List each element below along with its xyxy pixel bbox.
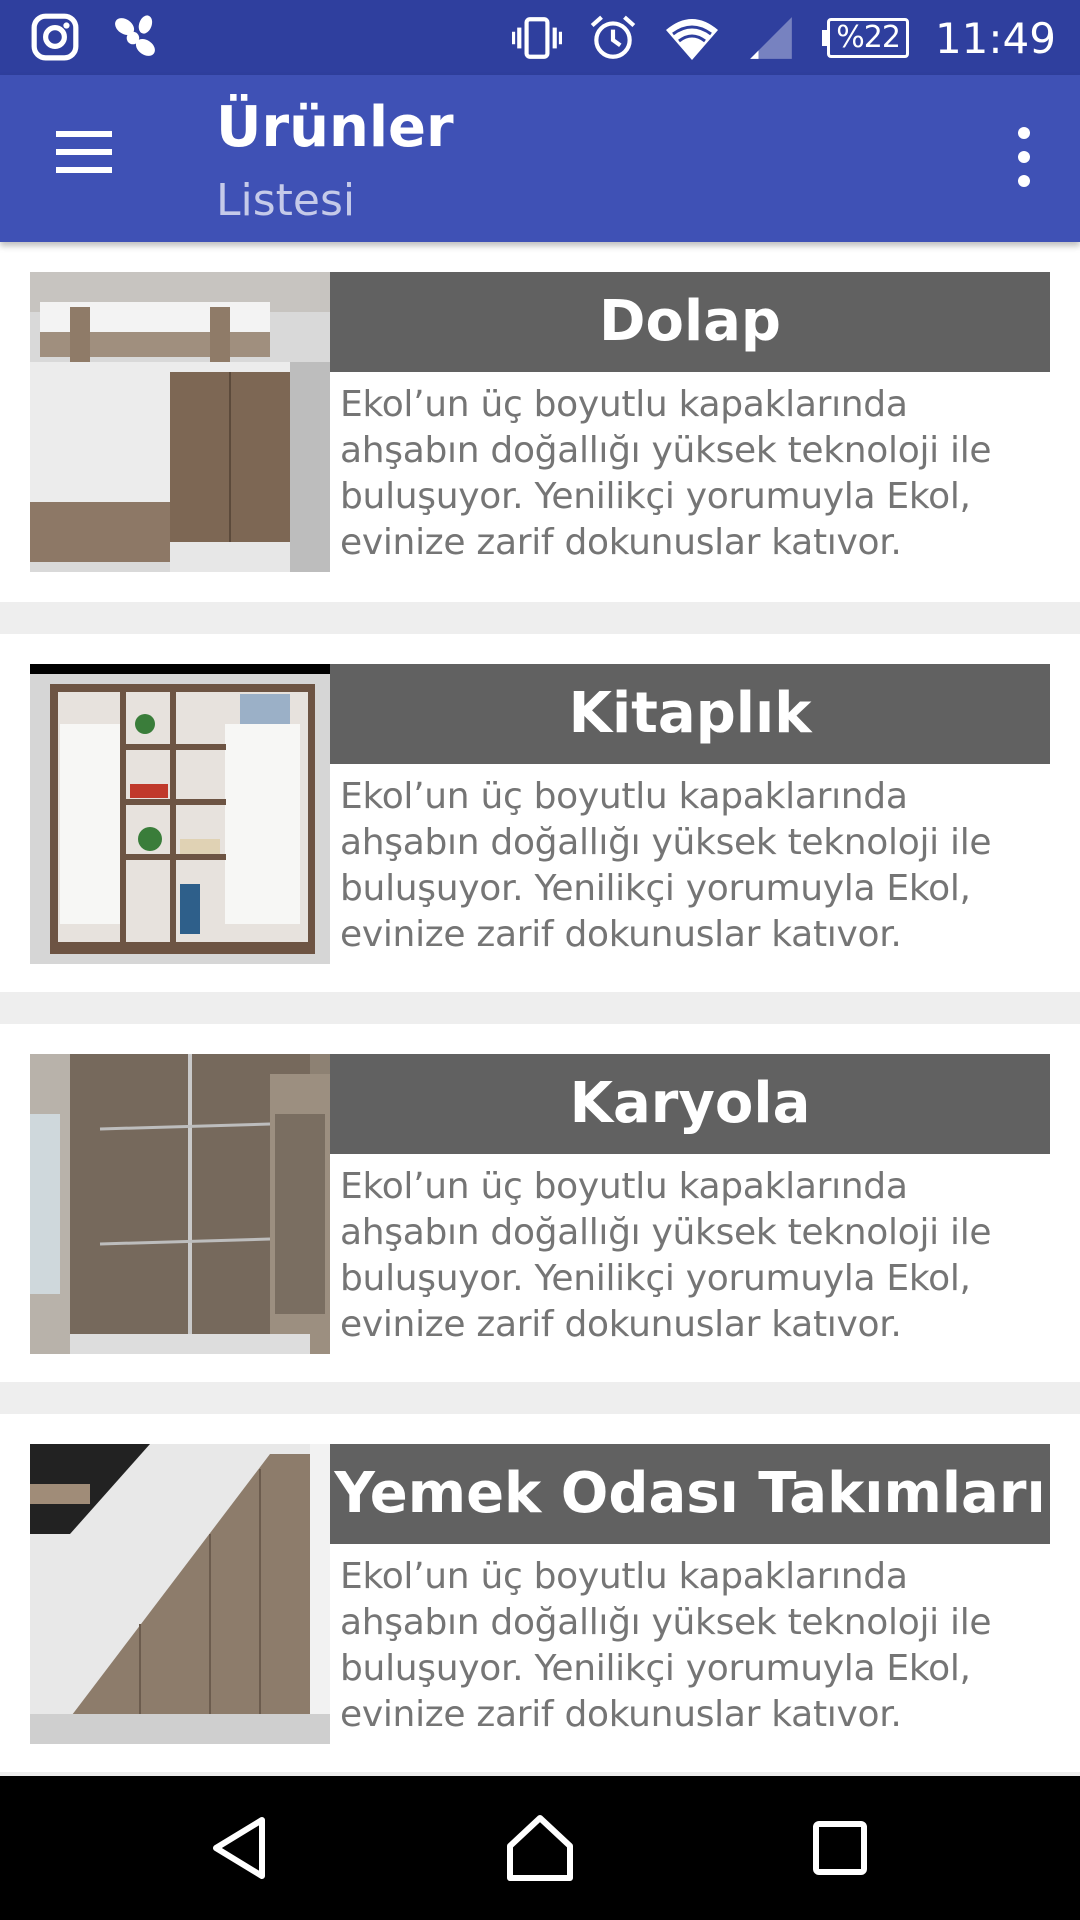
alarm-icon (591, 15, 636, 59)
product-title: Yemek Odası Takımları (330, 1444, 1050, 1544)
product-title: Dolap (330, 272, 1050, 372)
product-title: Karyola (330, 1054, 1050, 1154)
overflow-menu-button[interactable] (1004, 125, 1044, 189)
status-clock: 11:49 (934, 13, 1056, 63)
back-icon[interactable] (200, 1808, 280, 1888)
home-icon[interactable] (500, 1808, 580, 1888)
menu-button[interactable] (40, 125, 130, 185)
page-subtitle: Listesi (216, 175, 356, 226)
app-notification-icon (115, 15, 155, 56)
product-description: Ekol’un üç boyutlu kapaklarında ahşabın … (340, 1556, 992, 1735)
app-bar: Ürünler Listesi (0, 75, 1080, 242)
cellular-signal-icon (750, 17, 793, 59)
product-description: Ekol’un üç boyutlu kapaklarında ahşabın … (340, 384, 992, 563)
product-card[interactable]: Kitaplık Ekol’un üç boyutlu kapaklarında… (0, 634, 1080, 992)
menu-icon (56, 131, 112, 137)
battery-icon: %22 (822, 18, 909, 58)
product-description: Ekol’un üç boyutlu kapaklarında ahşabın … (340, 776, 992, 955)
product-card[interactable]: Yemek Odası Takımları Ekol’un üç boyutlu… (0, 1414, 1080, 1772)
recents-icon[interactable] (800, 1808, 880, 1888)
wifi-icon (666, 19, 719, 60)
vibrate-icon (512, 17, 563, 59)
battery-level: %22 (827, 18, 909, 58)
product-image (30, 1444, 330, 1744)
navigation-bar (0, 1776, 1080, 1920)
product-description: Ekol’un üç boyutlu kapaklarında ahşabın … (340, 1166, 992, 1345)
more-vert-icon (1018, 127, 1030, 139)
product-image (30, 272, 330, 572)
product-card[interactable]: Dolap Ekol’un üç boyutlu kapaklarında ah… (0, 242, 1080, 602)
product-card[interactable]: Karyola Ekol’un üç boyutlu kapaklarında … (0, 1024, 1080, 1382)
product-image (30, 664, 330, 964)
product-title: Kitaplık (330, 664, 1050, 764)
instagram-icon (31, 13, 79, 61)
page-title: Ürünler (216, 95, 454, 160)
product-image (30, 1054, 330, 1354)
status-bar: %22 11:49 (0, 0, 1080, 75)
product-list: Dolap Ekol’un üç boyutlu kapaklarında ah… (0, 242, 1080, 1804)
